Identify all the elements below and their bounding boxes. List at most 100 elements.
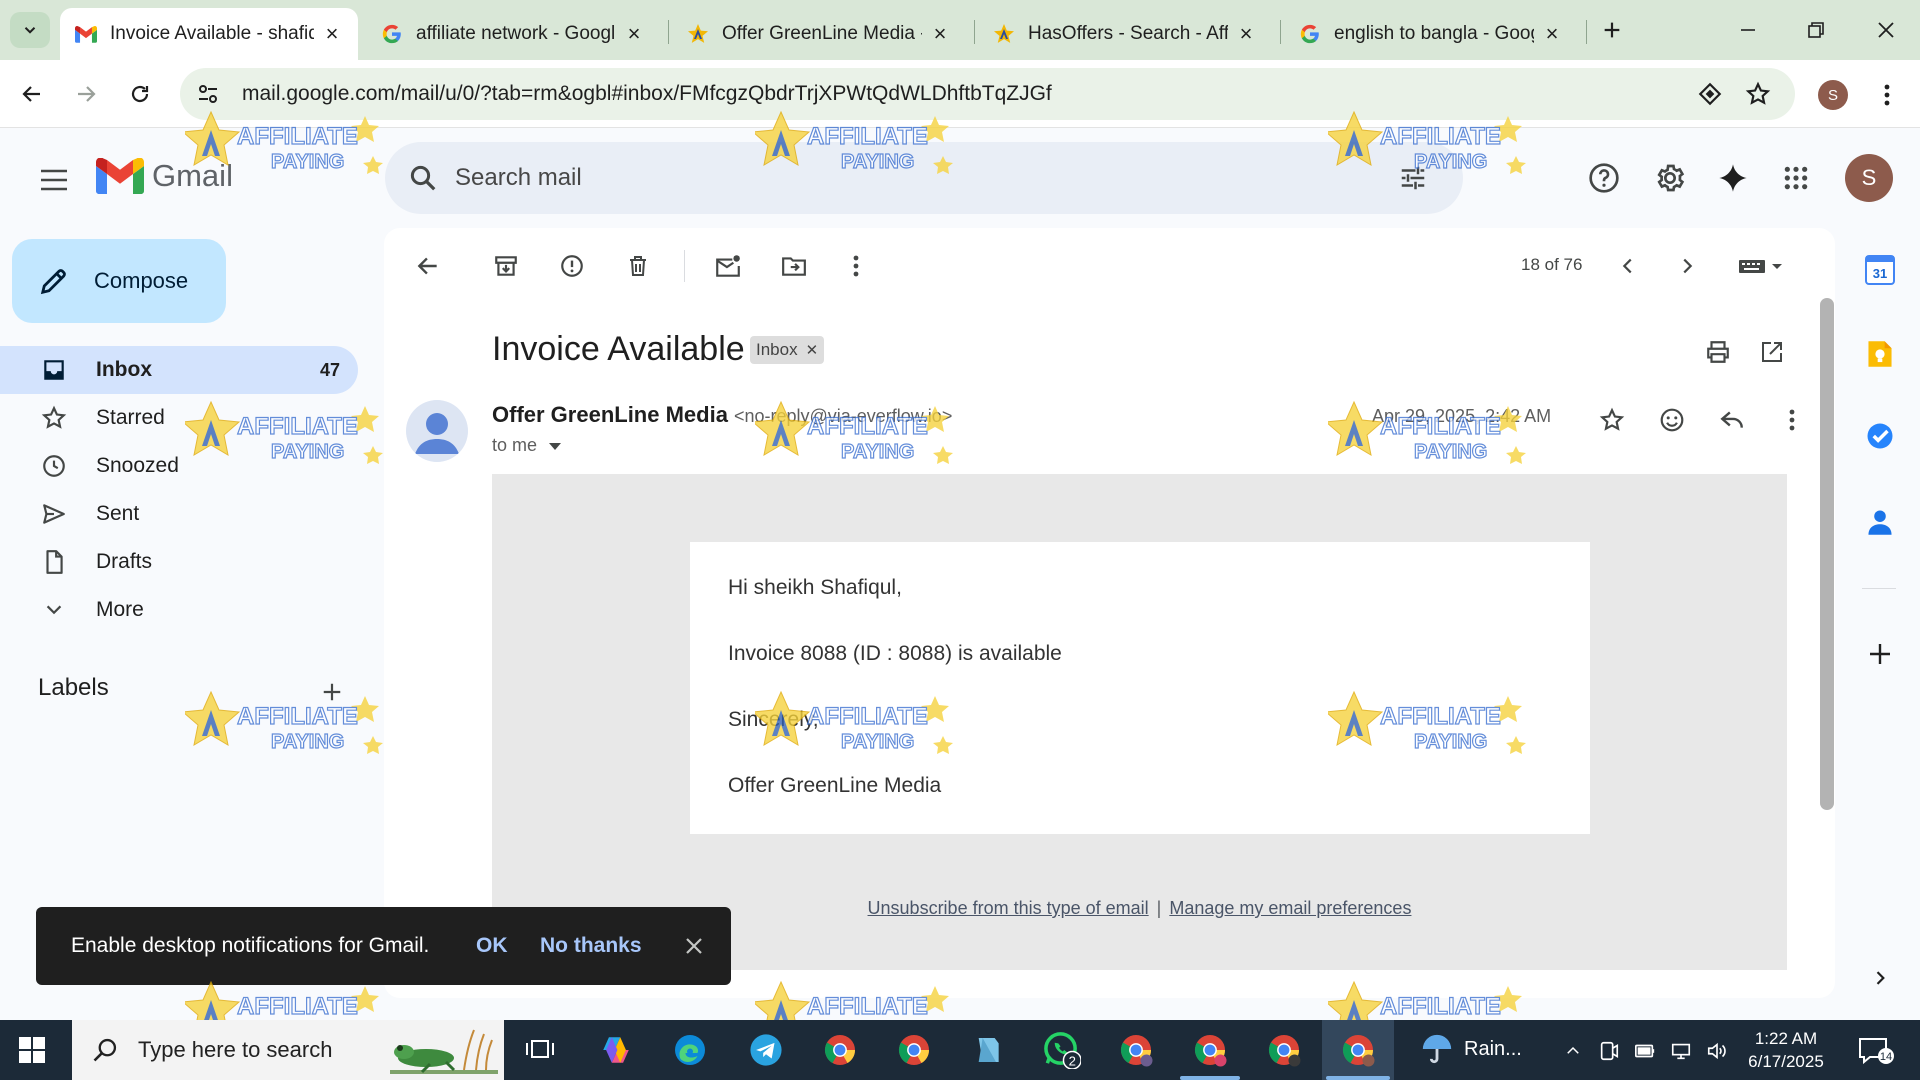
close-tab-icon[interactable]: ×	[1234, 21, 1258, 46]
gemini-button[interactable]	[1709, 154, 1757, 202]
print-all-button[interactable]	[1698, 332, 1738, 372]
manage-preferences-link[interactable]: Manage my email preferences	[1169, 898, 1411, 918]
start-button[interactable]	[14, 1032, 50, 1068]
volume-tray[interactable]	[1704, 1038, 1730, 1064]
bookmark-star-icon[interactable]	[1740, 76, 1776, 112]
forward-button[interactable]	[68, 76, 104, 112]
search-options-icon[interactable]	[1389, 154, 1437, 202]
chrome-app[interactable]	[892, 1028, 936, 1072]
notification-icon: 14	[1859, 1038, 1894, 1065]
contacts-app-button[interactable]	[1862, 504, 1898, 540]
copilot-app[interactable]	[594, 1028, 638, 1072]
chrome-profile-app-4[interactable]	[1262, 1028, 1306, 1072]
delete-button[interactable]	[618, 246, 658, 286]
close-tab-icon[interactable]: ×	[622, 21, 646, 46]
browser-tab-english-bangla[interactable]: english to bangla - Google Search ×	[1284, 8, 1578, 60]
tab-search-button[interactable]	[10, 12, 50, 48]
remove-label-icon[interactable]: ✕	[806, 341, 819, 359]
close-tab-icon[interactable]: ×	[928, 21, 952, 46]
newer-button[interactable]	[1608, 246, 1648, 286]
reply-button[interactable]	[1712, 400, 1752, 440]
older-button[interactable]	[1667, 246, 1707, 286]
weather-widget[interactable]: Rain...	[1420, 1032, 1522, 1066]
address-bar[interactable]: mail.google.com/mail/u/0/?tab=rm&ogbl#in…	[180, 68, 1795, 120]
chrome-profile-app-active[interactable]	[1336, 1028, 1380, 1072]
minimize-window-button[interactable]	[1728, 10, 1768, 50]
mark-unread-button[interactable]	[708, 246, 748, 286]
chrome-profile-app-3[interactable]	[1188, 1028, 1232, 1072]
telegram-app[interactable]	[744, 1028, 788, 1072]
browser-tab-gmail[interactable]: Invoice Available - shafiqul ×	[60, 8, 358, 60]
show-hidden-icons-button[interactable]	[1560, 1038, 1586, 1064]
browser-tab-offer-greenline[interactable]: Offer GreenLine Media - Affiliate ×	[672, 8, 966, 60]
get-addons-button[interactable]	[1862, 636, 1898, 672]
umbrella-rain-icon	[1422, 1034, 1452, 1064]
nav-item-drafts[interactable]: Drafts	[0, 538, 358, 586]
nav-item-starred[interactable]: Starred	[0, 394, 358, 442]
show-side-panel-button[interactable]	[1862, 960, 1898, 996]
input-tools-button[interactable]	[1726, 246, 1796, 286]
dismiss-snackbar-button[interactable]	[676, 928, 712, 964]
no-thanks-button[interactable]: No thanks	[540, 934, 642, 958]
edge-app[interactable]	[668, 1028, 712, 1072]
browser-profile-avatar[interactable]: S	[1818, 80, 1848, 110]
message-scrollbar[interactable]	[1820, 298, 1834, 810]
compose-button[interactable]: Compose	[12, 239, 226, 323]
label-chip-inbox[interactable]: Inbox ✕	[750, 336, 825, 364]
move-to-button[interactable]	[774, 246, 814, 286]
search-icon[interactable]	[399, 154, 447, 202]
search-bar[interactable]	[385, 142, 1463, 214]
browser-tab-hasoffers[interactable]: HasOffers - Search - Affpaying ×	[978, 8, 1272, 60]
system-clock[interactable]: 1:22 AM 6/17/2025	[1740, 1027, 1832, 1073]
battery-tray[interactable]	[1632, 1038, 1658, 1064]
site-settings-icon[interactable]	[190, 76, 226, 112]
reload-button[interactable]	[122, 76, 158, 112]
archive-button[interactable]	[486, 246, 526, 286]
browser-tab-affiliate-search[interactable]: affiliate network - Google Search ×	[366, 8, 660, 60]
chrome-profile-app-2[interactable]	[1114, 1028, 1158, 1072]
nav-item-inbox[interactable]: Inbox 47	[0, 346, 358, 394]
calendar-app-button[interactable]: 31	[1862, 252, 1898, 288]
close-tab-icon[interactable]: ×	[320, 21, 344, 46]
task-view-button[interactable]	[518, 1028, 562, 1072]
add-reaction-button[interactable]	[1652, 400, 1692, 440]
nav-item-sent[interactable]: Sent	[0, 490, 358, 538]
restore-window-button[interactable]	[1796, 10, 1836, 50]
meet-now-tray[interactable]	[1596, 1038, 1622, 1064]
recipient-details-toggle[interactable]: to me	[492, 435, 565, 456]
tab-separator	[974, 20, 975, 44]
star-email-button[interactable]	[1592, 400, 1632, 440]
keep-app-button[interactable]	[1862, 336, 1898, 372]
main-menu-button[interactable]	[30, 156, 78, 204]
more-actions-button[interactable]	[836, 246, 876, 286]
new-tab-button[interactable]	[1596, 14, 1628, 46]
support-button[interactable]	[1580, 154, 1628, 202]
nav-item-more[interactable]: More	[0, 586, 358, 634]
nav-item-snoozed[interactable]: Snoozed	[0, 442, 358, 490]
chrome-profile-app-1[interactable]	[818, 1028, 862, 1072]
whatsapp-app[interactable]: 2	[1040, 1028, 1084, 1072]
network-tray[interactable]	[1668, 1038, 1694, 1064]
message-more-button[interactable]	[1772, 400, 1812, 440]
enable-notifications-ok-button[interactable]: OK	[476, 934, 508, 958]
notepad-app[interactable]	[966, 1028, 1010, 1072]
lens-icon[interactable]	[1692, 76, 1728, 112]
report-spam-button[interactable]	[552, 246, 592, 286]
settings-button[interactable]	[1646, 154, 1694, 202]
unsubscribe-link[interactable]: Unsubscribe from this type of email	[868, 898, 1149, 918]
search-input[interactable]	[455, 164, 1335, 192]
account-avatar[interactable]: S	[1845, 154, 1893, 202]
create-label-button[interactable]	[316, 676, 348, 708]
taskbar-search-box[interactable]: Type here to search	[72, 1020, 504, 1080]
affiliate-paying-watermark-icon: AFFILIATE PAYING	[185, 690, 383, 754]
back-to-inbox-button[interactable]	[408, 246, 448, 286]
open-new-window-button[interactable]	[1752, 332, 1792, 372]
back-button[interactable]	[14, 76, 50, 112]
browser-menu-button[interactable]	[1872, 78, 1902, 112]
tasks-app-button[interactable]	[1862, 418, 1898, 454]
close-tab-icon[interactable]: ×	[1540, 21, 1564, 46]
close-window-button[interactable]	[1866, 10, 1906, 50]
notification-center-button[interactable]: 14	[1856, 1034, 1896, 1068]
gmail-logo[interactable]: Gmail	[96, 158, 233, 194]
google-apps-button[interactable]	[1772, 154, 1820, 202]
